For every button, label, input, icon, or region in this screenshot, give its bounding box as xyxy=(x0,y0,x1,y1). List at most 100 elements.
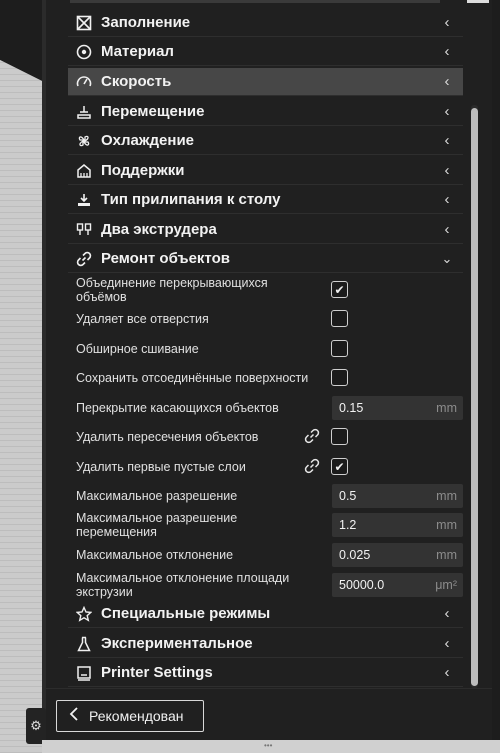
category-label: Заполнение xyxy=(101,14,191,31)
chevron-left-icon: ‹ xyxy=(444,605,450,622)
recommended-button[interactable]: Рекомендован xyxy=(56,700,204,732)
special-modes-icon xyxy=(73,603,95,625)
category-special-modes[interactable]: Специальные режимы ‹ xyxy=(68,600,463,628)
setting-max-area-deviation: Максимальное отклонение площади экструзи… xyxy=(68,571,463,601)
chevron-left-icon: ‹ xyxy=(444,103,450,120)
setting-max-resolution: Максимальное разрешение 0.5 mm xyxy=(68,483,463,509)
input-value: 0.025 xyxy=(339,548,371,562)
setting-label: Сохранить отсоединённые поверхности xyxy=(76,371,309,385)
setting-label: Максимальное разрешение xyxy=(76,489,238,503)
printer-settings-icon xyxy=(73,662,95,684)
category-cooling[interactable]: Охлаждение ‹ xyxy=(68,127,463,155)
overlap-input[interactable]: 0.15 mm xyxy=(332,396,463,420)
max-area-deviation-input[interactable]: 50000.0 μm² xyxy=(332,573,463,597)
input-value: 0.5 xyxy=(339,489,357,503)
input-value: 1.2 xyxy=(339,518,357,532)
chevron-left-icon: ‹ xyxy=(444,14,450,31)
experimental-icon xyxy=(73,633,95,655)
support-icon xyxy=(73,160,95,182)
input-value: 0.15 xyxy=(339,401,364,415)
mesh-fix-icon xyxy=(73,248,95,270)
setting-remove-intersections: Удалить пересечения объектов xyxy=(68,424,463,450)
panel-top-button[interactable] xyxy=(467,0,489,3)
category-adhesion[interactable]: Тип прилипания к столу ‹ xyxy=(68,186,463,214)
tool-icon[interactable]: ⚙ xyxy=(26,708,46,744)
keep-disconnected-checkbox[interactable] xyxy=(331,369,348,386)
union-overlapping-checkbox[interactable]: ✔ xyxy=(331,281,348,298)
category-label: Скорость xyxy=(101,73,172,90)
setting-remove-holes: Удаляет все отверстия xyxy=(68,306,463,332)
input-unit: mm xyxy=(436,518,457,532)
remove-empty-layers-checkbox[interactable]: ✔ xyxy=(331,458,348,475)
material-icon xyxy=(73,41,95,63)
category-travel[interactable]: Перемещение ‹ xyxy=(68,98,463,126)
category-label: Поддержки xyxy=(101,162,185,179)
chevron-left-icon: ‹ xyxy=(444,162,450,179)
cooling-icon xyxy=(73,130,95,152)
category-label: Два экструдера xyxy=(101,221,217,238)
setting-label: Объединение перекрывающихся объёмов xyxy=(76,276,268,304)
setting-label: Перекрытие касающихся объектов xyxy=(76,401,279,415)
category-material[interactable]: Материал ‹ xyxy=(68,38,463,66)
category-label: Специальные режимы xyxy=(101,605,271,622)
setting-label: Обширное сшивание xyxy=(76,342,199,356)
category-infill[interactable]: Заполнение ‹ xyxy=(68,9,463,37)
category-dual-extruder[interactable]: Два экструдера ‹ xyxy=(68,216,463,244)
link-icon[interactable] xyxy=(304,428,322,446)
category-label: Ремонт объектов xyxy=(101,250,230,267)
top-divider xyxy=(70,0,440,3)
chevron-left-icon: ‹ xyxy=(444,664,450,681)
chevron-left-icon: ‹ xyxy=(444,635,450,652)
speed-icon xyxy=(73,71,95,93)
chevron-left-icon xyxy=(69,706,79,726)
category-printer-settings[interactable]: Printer Settings ‹ xyxy=(68,659,463,687)
remove-holes-checkbox[interactable] xyxy=(331,310,348,327)
input-unit: μm² xyxy=(435,578,457,592)
category-support[interactable]: Поддержки ‹ xyxy=(68,157,463,185)
input-value: 50000.0 xyxy=(339,578,385,592)
max-deviation-input[interactable]: 0.025 mm xyxy=(332,543,463,567)
input-unit: mm xyxy=(436,548,457,562)
category-label: Экспериментальное xyxy=(101,635,253,652)
setting-label: Удалить пересечения объектов xyxy=(76,430,259,444)
adhesion-icon xyxy=(73,189,95,211)
setting-remove-empty-layers: Удалить первые пустые слои ✔ xyxy=(68,454,463,480)
max-resolution-input[interactable]: 0.5 mm xyxy=(332,484,463,508)
setting-max-deviation: Максимальное отклонение 0.025 mm xyxy=(68,542,463,568)
extensive-stitching-checkbox[interactable] xyxy=(331,340,348,357)
chevron-left-icon: ‹ xyxy=(444,191,450,208)
infill-icon xyxy=(73,12,95,34)
recommended-button-label: Рекомендован xyxy=(89,708,184,724)
footer-divider xyxy=(46,688,492,689)
setting-label: Максимальное отклонение xyxy=(76,548,234,562)
input-unit: mm xyxy=(436,401,457,415)
category-label: Материал xyxy=(101,43,174,60)
resize-handle-icon[interactable]: ••• xyxy=(264,742,278,750)
input-unit: mm xyxy=(436,489,457,503)
category-label: Тип прилипания к столу xyxy=(101,191,281,208)
category-label: Перемещение xyxy=(101,103,205,120)
setting-label: Максимальное разрешение перемещения xyxy=(76,511,238,539)
category-label: Printer Settings xyxy=(101,664,213,681)
chevron-left-icon: ‹ xyxy=(444,132,450,149)
category-label: Охлаждение xyxy=(101,132,195,149)
category-speed[interactable]: Скорость ‹ xyxy=(68,68,463,96)
max-travel-resolution-input[interactable]: 1.2 mm xyxy=(332,513,463,537)
chevron-down-icon: ⌄ xyxy=(441,250,453,266)
setting-label: Удаляет все отверстия xyxy=(76,312,209,326)
scrollbar-thumb[interactable] xyxy=(471,108,478,686)
setting-max-travel-resolution: Максимальное разрешение перемещения 1.2 … xyxy=(68,511,463,539)
category-experimental[interactable]: Экспериментальное ‹ xyxy=(68,630,463,658)
remove-intersections-checkbox[interactable] xyxy=(331,428,348,445)
chevron-left-icon: ‹ xyxy=(444,221,450,238)
setting-union-overlapping: Объединение перекрывающихся объёмов ✔ xyxy=(68,276,463,304)
setting-overlap: Перекрытие касающихся объектов 0.15 mm xyxy=(68,395,463,421)
chevron-left-icon: ‹ xyxy=(444,73,450,90)
setting-label: Удалить первые пустые слои xyxy=(76,460,246,474)
link-icon[interactable] xyxy=(304,458,322,476)
setting-keep-disconnected: Сохранить отсоединённые поверхности xyxy=(68,365,463,391)
category-mesh-fixes[interactable]: Ремонт объектов ⌄ xyxy=(68,245,463,273)
setting-label: Максимальное отклонение площади экструзи… xyxy=(76,571,290,599)
travel-icon xyxy=(73,101,95,123)
setting-extensive-stitching: Обширное сшивание xyxy=(68,336,463,362)
